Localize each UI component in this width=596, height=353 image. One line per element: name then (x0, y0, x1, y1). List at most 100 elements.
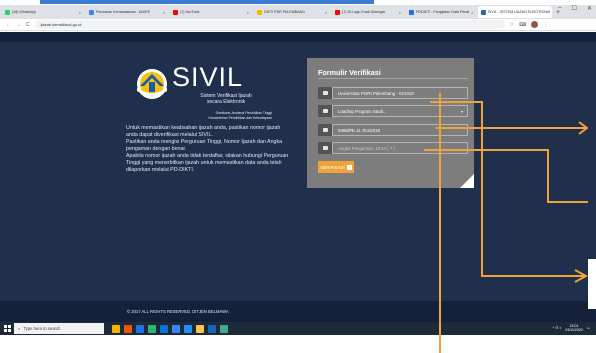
browser-tab[interactable]: PDDIKTI - Pangkalan Data Pendi × (406, 6, 476, 18)
page-footer: © 2017 ALL RIGHTS RESERVED. DITJEN BELMA… (0, 301, 596, 322)
close-tab-icon[interactable]: × (399, 10, 401, 15)
tab-favicon-icon (173, 9, 178, 15)
search-icon: ⌕ (18, 326, 21, 331)
tab-favicon-icon (257, 9, 262, 15)
logo-subtitle: Sistem Verifikasi Ijazah secara Elektron… (194, 93, 258, 105)
tray-icons[interactable]: ^ ☷ ⌽ (553, 326, 562, 330)
program-field[interactable]: Loading Program Studi... ▾ (318, 105, 468, 117)
browser-tab[interactable]: (7) YouTube × (170, 6, 252, 18)
address-url: ijazah.kemdikbud.go.id (40, 22, 82, 27)
logo-title: SIVIL (172, 62, 244, 92)
close-window-button[interactable]: ✕ (587, 5, 592, 12)
tab-favicon-icon (481, 9, 486, 15)
annotation-highlight-bar (40, 0, 374, 4)
taskbar-apps (112, 324, 228, 333)
close-tab-icon[interactable]: × (247, 10, 249, 15)
taskbar-app-icon[interactable] (208, 324, 216, 333)
logo-subtitle-line: secara Elektronik (206, 99, 246, 105)
verification-form: Formulir Verifikasi Universitas PGRI Pal… (307, 58, 474, 188)
directorate-line: Kementerian Pendidikan dan Kebudayaan (208, 115, 272, 120)
tab-label: (7) YouTube (180, 10, 200, 14)
browser-tab[interactable]: (7) 20 Lagu Enak Didengar × (332, 6, 404, 18)
panel-corner-decoration (460, 174, 474, 188)
minimize-button[interactable]: – (558, 5, 561, 12)
tab-label: (7) 20 Lagu Enak Didengar (342, 10, 386, 14)
program-select[interactable]: Loading Program Studi... ▾ (332, 105, 468, 117)
taskbar-app-icon[interactable] (112, 324, 120, 333)
browser-tab[interactable]: DIKTI PDR PALEMBANG × (254, 6, 330, 18)
university-input[interactable]: Universitas PGRI Palembang - 021018 (332, 87, 468, 99)
copyright-text: © 2017 ALL RIGHTS RESERVED. DITJEN BELMA… (127, 309, 229, 314)
program-select-value: Loading Program Studi... (338, 108, 387, 114)
tab-favicon-icon (335, 9, 340, 15)
browser-tab-active[interactable]: SIVIL - SISTEM IJAZAH ELEKTRONIK × (478, 6, 552, 18)
verify-button-label: VERIFIKASI (320, 164, 345, 170)
profile-avatar[interactable] (531, 21, 539, 28)
ijazah-number-field[interactable]: 0306/PE.11.7ko/2018 (318, 124, 468, 136)
address-bar[interactable]: ijazah.kemdikbud.go.id (34, 20, 505, 29)
toolbar-right: ☆ ⌨ ⋮ (510, 21, 548, 28)
menu-dots-icon[interactable]: ⋮ (543, 22, 548, 28)
tab-label: (28) WhatsApp (12, 10, 36, 14)
browser-tab-bar: (28) WhatsApp × Pencarian Kemahasiswa - … (0, 5, 596, 19)
back-icon[interactable]: ← (6, 22, 11, 28)
taskbar-app-icon[interactable] (148, 324, 156, 333)
id-card-icon (318, 124, 332, 136)
instruction-paragraph: Pastikan anda mengisi Perguruan Tinggi, … (126, 139, 283, 152)
sivil-page: SIVIL Sistem Verifikasi Ijazah secara El… (0, 32, 596, 322)
windows-taskbar: ⌕ Type here to search ^ ☷ ⌽ 15:01 03/11/… (0, 322, 596, 335)
screenshot-root: (28) WhatsApp × Pencarian Kemahasiswa - … (0, 0, 596, 353)
tab-label: PDDIKTI - Pangkalan Data Pendi (416, 10, 470, 14)
tab-label: SIVIL - SISTEM IJAZAH ELEKTRONIK (488, 10, 551, 14)
extension-icon[interactable]: ⌨ (519, 22, 526, 28)
browser-tab[interactable]: (28) WhatsApp × (2, 6, 84, 18)
taskbar-app-icon[interactable] (196, 324, 204, 333)
reload-icon[interactable]: C (26, 22, 30, 28)
arrow-right-icon: › (346, 164, 352, 170)
tab-favicon-icon (89, 9, 94, 15)
bottom-margin (0, 335, 596, 353)
taskbar-clock[interactable]: 15:01 03/11/2020 (565, 324, 582, 332)
security-code-input[interactable]: Angka Pengaman: 10'44 ( ? ) (332, 142, 468, 154)
windows-start-icon[interactable] (0, 322, 14, 335)
close-tab-icon[interactable]: × (471, 10, 473, 15)
security-code-field[interactable]: Angka Pengaman: 10'44 ( ? ) (318, 142, 468, 154)
bookmark-star-icon[interactable]: ☆ (510, 22, 514, 28)
verify-button[interactable]: VERIFIKASI › (318, 161, 354, 173)
taskbar-search[interactable]: ⌕ Type here to search (14, 323, 104, 334)
logo-directorate: Direktorat Jenderal Pendidikan Tinggi Ke… (162, 111, 272, 120)
taskbar-app-icon[interactable] (136, 324, 144, 333)
notification-icon[interactable]: ▭ (587, 326, 590, 330)
taskbar-app-icon[interactable] (160, 324, 168, 333)
page-header-bar (0, 32, 596, 42)
taskbar-search-placeholder: Type here to search (23, 326, 61, 331)
close-tab-icon[interactable]: × (325, 10, 327, 15)
clock-date: 03/11/2020 (565, 328, 583, 332)
taskbar-app-icon[interactable] (172, 324, 180, 333)
tab-favicon-icon (409, 9, 414, 15)
instruction-paragraph: Apabila nomor ijazah anda tidak terdafta… (126, 153, 289, 173)
close-tab-icon[interactable]: × (79, 10, 81, 15)
chevron-down-icon: ▾ (460, 108, 463, 114)
browser-tab[interactable]: Pencarian Kemahasiswa - UNSRI × (86, 6, 168, 18)
taskbar-app-icon[interactable] (220, 324, 228, 333)
close-tab-icon[interactable]: × (163, 10, 165, 15)
taskbar-app-icon[interactable] (124, 324, 132, 333)
tab-favicon-icon (5, 9, 10, 15)
tab-label: DIKTI PDR PALEMBANG (264, 10, 305, 14)
annotation-side-box (588, 259, 596, 309)
maximize-button[interactable]: ☐ (572, 5, 577, 12)
book-icon (318, 105, 332, 117)
taskbar-app-icon[interactable] (184, 324, 192, 333)
sivil-logo: SIVIL Sistem Verifikasi Ijazah secara El… (132, 62, 282, 122)
form-title: Formulir Verifikasi (318, 68, 381, 77)
forward-icon[interactable]: → (16, 22, 21, 28)
window-controls: – ☐ ✕ (558, 5, 592, 12)
system-tray: ^ ☷ ⌽ 15:01 03/11/2020 ▭ (553, 324, 590, 332)
instructions-text: Untuk memastikan keabsahan ijazah anda, … (126, 125, 292, 174)
university-field[interactable]: Universitas PGRI Palembang - 021018 (318, 87, 468, 99)
tab-label: Pencarian Kemahasiswa - UNSRI (96, 10, 150, 14)
lock-icon (318, 142, 332, 154)
browser-toolbar: ← → C ijazah.kemdikbud.go.id ☆ ⌨ ⋮ (0, 19, 596, 31)
ijazah-number-input[interactable]: 0306/PE.11.7ko/2018 (332, 124, 468, 136)
